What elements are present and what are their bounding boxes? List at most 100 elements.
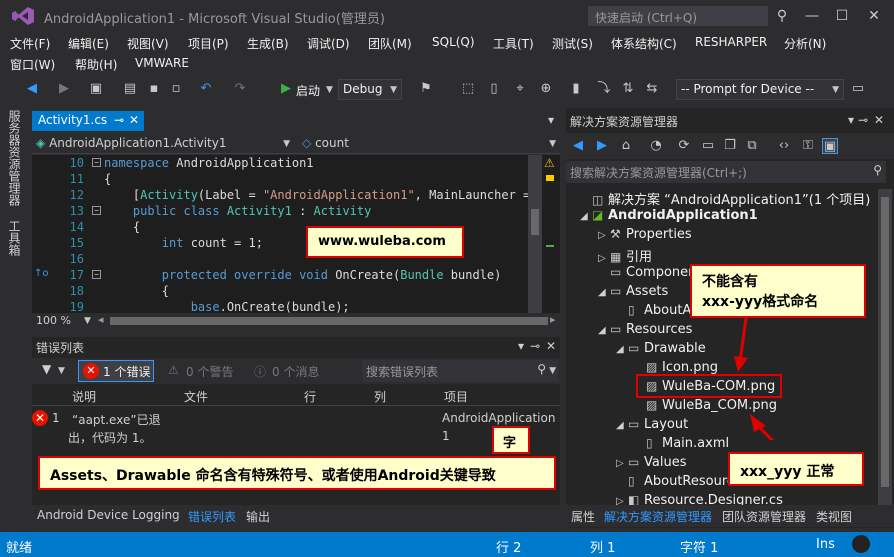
menu-team[interactable]: 团队(M) [368,35,412,52]
scrollbar-thumb[interactable] [881,197,889,487]
menu-extra-icon[interactable]: ⇆ [644,81,660,97]
column-project[interactable]: 项目 [444,388,468,405]
scroll-left-icon[interactable]: ◂ [98,313,104,326]
collapse-arrow-icon[interactable]: ◢ [598,287,610,298]
column-column[interactable]: 列 [374,388,386,405]
collapse-all-icon[interactable]: ▭ [700,138,716,154]
forward-icon[interactable]: ▶ [594,138,610,154]
menu-architecture[interactable]: 体系结构(C) [611,35,677,52]
solution-search-input[interactable]: 搜索解决方案资源管理器(Ctrl+;) ⚲ [566,161,886,183]
warnings-filter-button[interactable]: 0 个警告 [186,363,233,380]
search-icon[interactable]: ⚲ [770,6,794,26]
close-icon[interactable]: ✕ [874,113,884,127]
column-file[interactable]: 文件 [184,388,208,405]
server-explorer-tab[interactable]: 服务器资源管理器 [6,110,23,206]
tab-android-device-logging[interactable]: Android Device Logging [37,508,180,522]
fold-toggle-icon[interactable]: − [92,158,101,167]
tree-item[interactable]: ◢ ◪ AndroidApplication1 [580,208,758,227]
comment-icon[interactable]: ▯ [486,81,502,97]
show-all-files-icon[interactable]: ❐ [722,138,738,154]
tree-item[interactable]: ▷ ▦ 引用 [598,246,652,265]
tab-output[interactable]: 输出 [246,508,270,525]
member-dropdown[interactable]: ◇ count ▼ [298,135,560,153]
undo-icon[interactable]: ↶ [198,81,214,97]
column-line[interactable]: 行 [304,388,316,405]
menu-file[interactable]: 文件(F) [10,35,50,52]
save-icon[interactable]: ▪ [146,81,162,97]
menu-sql[interactable]: SQL(Q) [432,35,475,49]
expand-arrow-icon[interactable]: ▷ [598,253,610,264]
pin-tab-icon[interactable]: ⊸ [114,113,124,127]
zoom-level[interactable]: 100 % [36,314,71,327]
device-select[interactable]: -- Prompt for Device -- ▼ [676,79,844,100]
collapse-arrow-icon[interactable]: ◢ [598,325,610,336]
menu-resharper[interactable]: RESHARPER [695,35,767,49]
messages-filter-button[interactable]: 0 个消息 [272,363,319,380]
menu-build[interactable]: 生成(B) [247,35,289,52]
quick-launch-input[interactable]: 快速启动 (Ctrl+Q) [588,6,768,26]
open-file-icon[interactable]: ▤ [122,81,138,97]
tree-item[interactable]: ▷ ⚒ Properties [598,227,692,246]
search-icon[interactable]: ⚲ [873,163,882,177]
new-project-icon[interactable]: ▣ [88,81,104,97]
start-icon[interactable]: ▶ [278,81,294,97]
pin-icon[interactable]: ⌖ [512,81,528,97]
menu-edit[interactable]: 编辑(E) [68,35,109,52]
search-icon[interactable]: ⚲ [537,362,546,376]
notification-icon[interactable] [852,535,870,553]
preview-icon[interactable]: ▣ [822,138,838,154]
home-icon[interactable]: ⌂ [618,138,634,154]
panel-dropdown-icon[interactable]: ▾ [848,113,854,127]
breakpoint-icon[interactable]: ▮ [568,81,584,97]
editor-scrollbar[interactable] [528,155,542,313]
step-icon[interactable]: ⤵ [596,81,612,97]
menu-debug[interactable]: 调试(D) [307,35,350,52]
column-description[interactable]: 说明 [72,388,96,405]
horizontal-scrollbar[interactable] [110,317,548,325]
error-row[interactable]: ✕ 1 “aapt.exe”已退 出，代码为 1。 AndroidApplica… [32,408,560,448]
tree-item[interactable]: ◢ ▭ Resources [598,322,692,341]
redo-icon[interactable]: ↷ [232,81,248,97]
find-icon[interactable]: ⊕ [538,81,554,97]
type-dropdown[interactable]: ◈ AndroidApplication1.Activity1 ▼ [32,135,294,153]
sync-icon[interactable]: ⇅ [620,81,636,97]
save-all-icon[interactable]: ▫ [168,81,184,97]
tree-item[interactable]: ▯ Main.axml [634,436,729,455]
properties-icon[interactable]: ⚿ [800,138,816,154]
menu-help[interactable]: 帮助(H) [75,56,117,73]
close-button[interactable]: ✕ [862,6,886,26]
tab-dropdown-icon[interactable]: ▾ [548,113,554,127]
menu-analyze[interactable]: 分析(N) [784,35,826,52]
configuration-select[interactable]: Debug ▼ [338,79,402,100]
attach-icon[interactable]: ⚑ [418,81,434,97]
scrollbar-thumb[interactable] [531,209,539,235]
expand-arrow-icon[interactable]: ▷ [616,458,628,469]
close-tab-icon[interactable]: ✕ [129,113,139,127]
tab-properties[interactable]: 属性 [571,508,595,525]
panel-dropdown-icon[interactable]: ▾ [518,339,524,353]
maximize-button[interactable]: ☐ [830,6,854,26]
errors-filter-button[interactable]: ✕ 1 个错误 [78,360,154,382]
tree-item[interactable]: ◢ ▭ Assets [598,284,668,303]
device-manager-icon[interactable]: ▭ [850,81,866,97]
collapse-arrow-icon[interactable]: ◢ [616,420,628,431]
start-dropdown-icon[interactable]: ▼ [326,85,333,95]
filter-icon[interactable]: ▼ [42,362,51,376]
solution-scrollbar[interactable] [878,189,892,505]
menu-window[interactable]: 窗口(W) [10,56,55,73]
back-icon[interactable]: ◀ [24,81,40,97]
tree-item[interactable]: ◫ 解决方案 “AndroidApplication1”(1 个项目) [580,189,870,208]
tree-item[interactable]: ◢ ▭ Layout [616,417,688,436]
tab-team-explorer[interactable]: 团队资源管理器 [722,508,806,525]
error-search-input[interactable]: 搜索错误列表 ⚲ ▼ [362,360,558,382]
forward-icon[interactable]: ▶ [56,81,72,97]
chevron-down-icon[interactable]: ▼ [84,316,91,326]
toolbox-tab[interactable]: 工具箱 [6,220,23,256]
menu-view[interactable]: 视图(V) [127,35,169,52]
pin-icon[interactable]: ⊸ [530,339,540,353]
chevron-down-icon[interactable]: ▼ [549,366,556,376]
tab-class-view[interactable]: 类视图 [816,508,852,525]
collapse-arrow-icon[interactable]: ◢ [580,211,592,222]
tab-error-list[interactable]: 错误列表 [188,508,236,525]
chevron-down-icon[interactable]: ▼ [58,366,65,376]
